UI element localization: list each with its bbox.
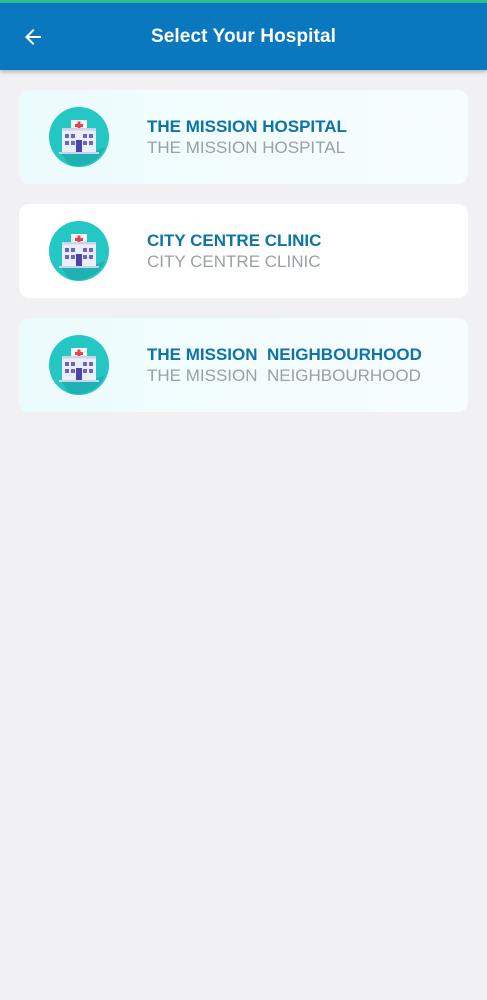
hospital-name: THE MISSION HOSPITAL (147, 117, 347, 136)
hospital-name: CITY CENTRE CLINIC (147, 231, 322, 250)
hospital-subtitle: CITY CENTRE CLINIC (147, 252, 321, 271)
hospital-subtitle: THE MISSION NEIGHBOURHOOD (147, 366, 421, 385)
hospital-card-the-mission-neighbourhood[interactable]: THE MISSION NEIGHBOURHOOD THE MISSION NE… (19, 318, 468, 412)
hospital-building-icon (49, 107, 109, 167)
hospital-building-icon (49, 221, 109, 281)
hospital-card-the-mission-hospital[interactable]: THE MISSION HOSPITAL THE MISSION HOSPITA… (19, 90, 468, 184)
page-title: Select Your Hospital (150, 25, 336, 47)
back-button[interactable] (14, 18, 52, 56)
hospital-card-city-centre-clinic[interactable]: CITY CENTRE CLINIC CITY CENTRE CLINIC (19, 204, 468, 298)
arrow-left-icon (25, 28, 41, 45)
hospital-building-icon (49, 335, 109, 395)
hospital-list: THE MISSION HOSPITAL THE MISSION HOSPITA… (19, 90, 468, 432)
app-bar: Select Your Hospital (0, 3, 487, 70)
hospital-name: THE MISSION NEIGHBOURHOOD (147, 345, 422, 364)
hospital-subtitle: THE MISSION HOSPITAL (147, 138, 346, 157)
